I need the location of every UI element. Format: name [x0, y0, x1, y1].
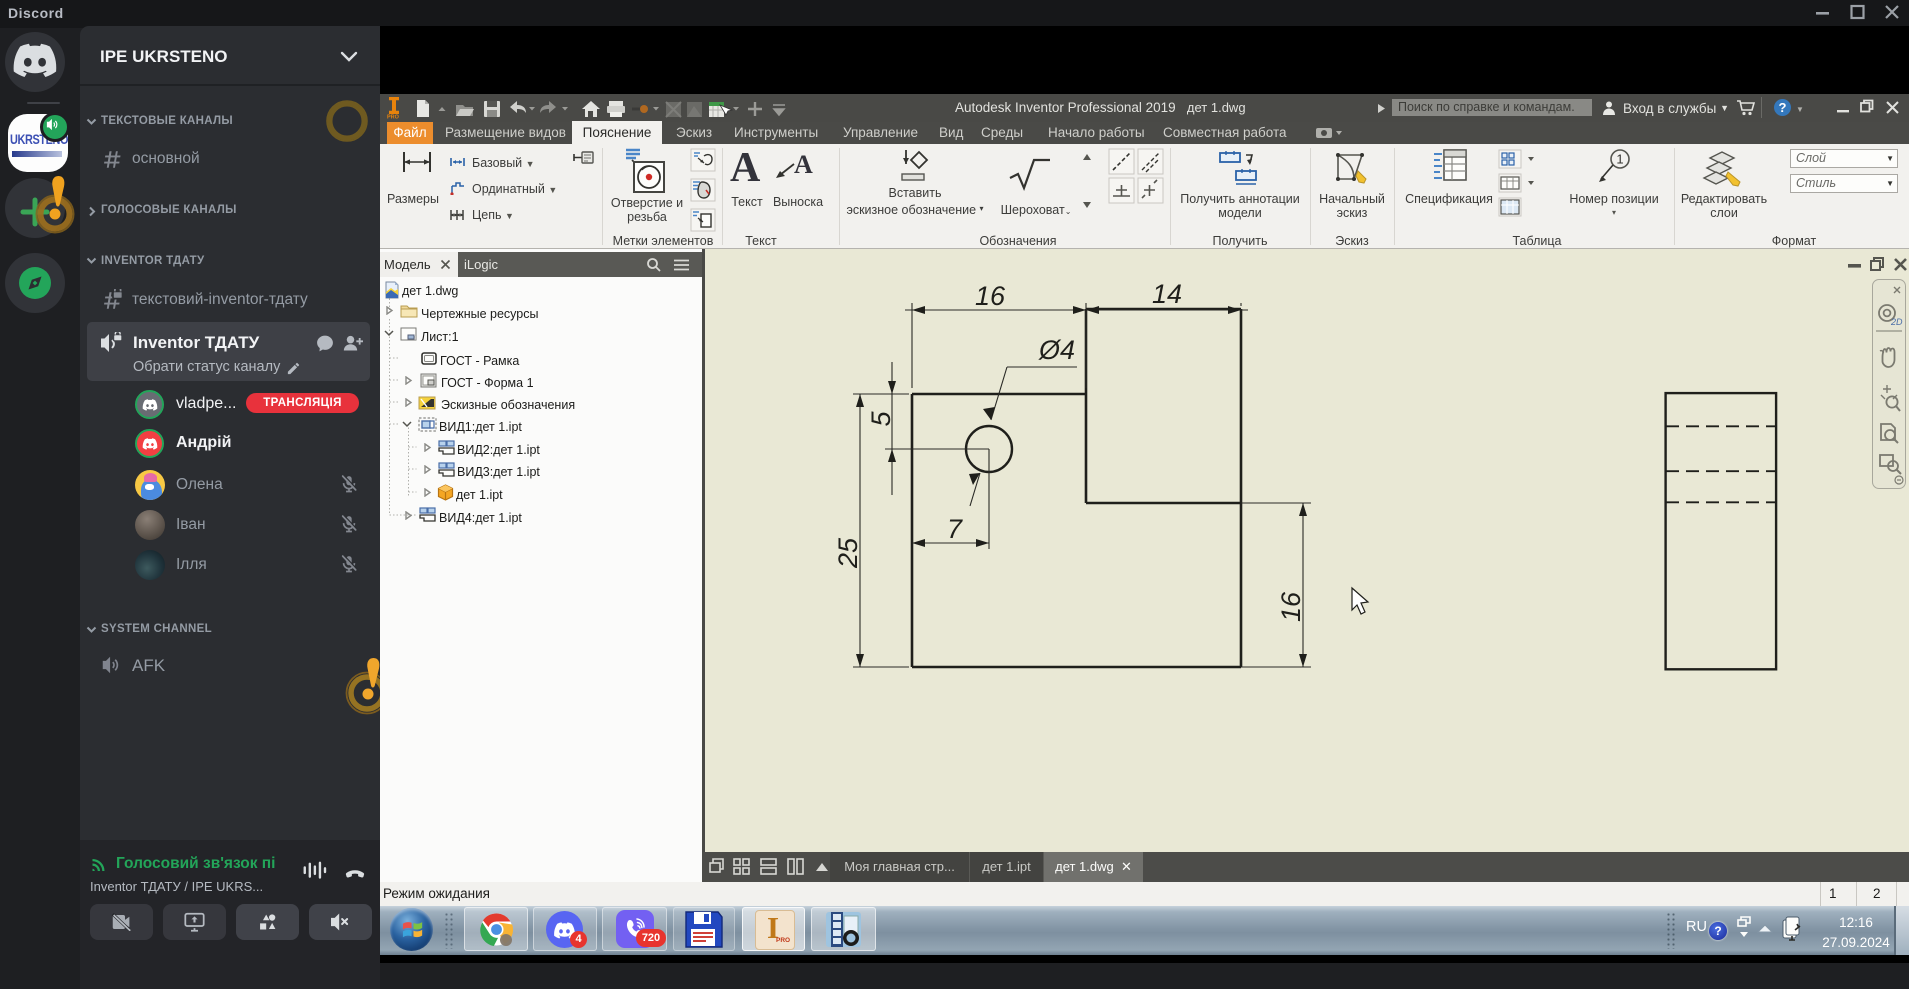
svg-text:16: 16	[975, 281, 1006, 311]
svg-text:25: 25	[833, 537, 863, 569]
svg-text:Ø4: Ø4	[1038, 335, 1075, 365]
svg-text:5: 5	[866, 411, 896, 427]
svg-text:7: 7	[947, 514, 963, 544]
svg-text:2D: 2D	[1890, 317, 1903, 327]
svg-text:1: 1	[1616, 152, 1623, 167]
svg-text:PRO: PRO	[387, 115, 400, 120]
svg-text:14: 14	[1152, 279, 1182, 309]
svg-text:16: 16	[1276, 591, 1306, 622]
